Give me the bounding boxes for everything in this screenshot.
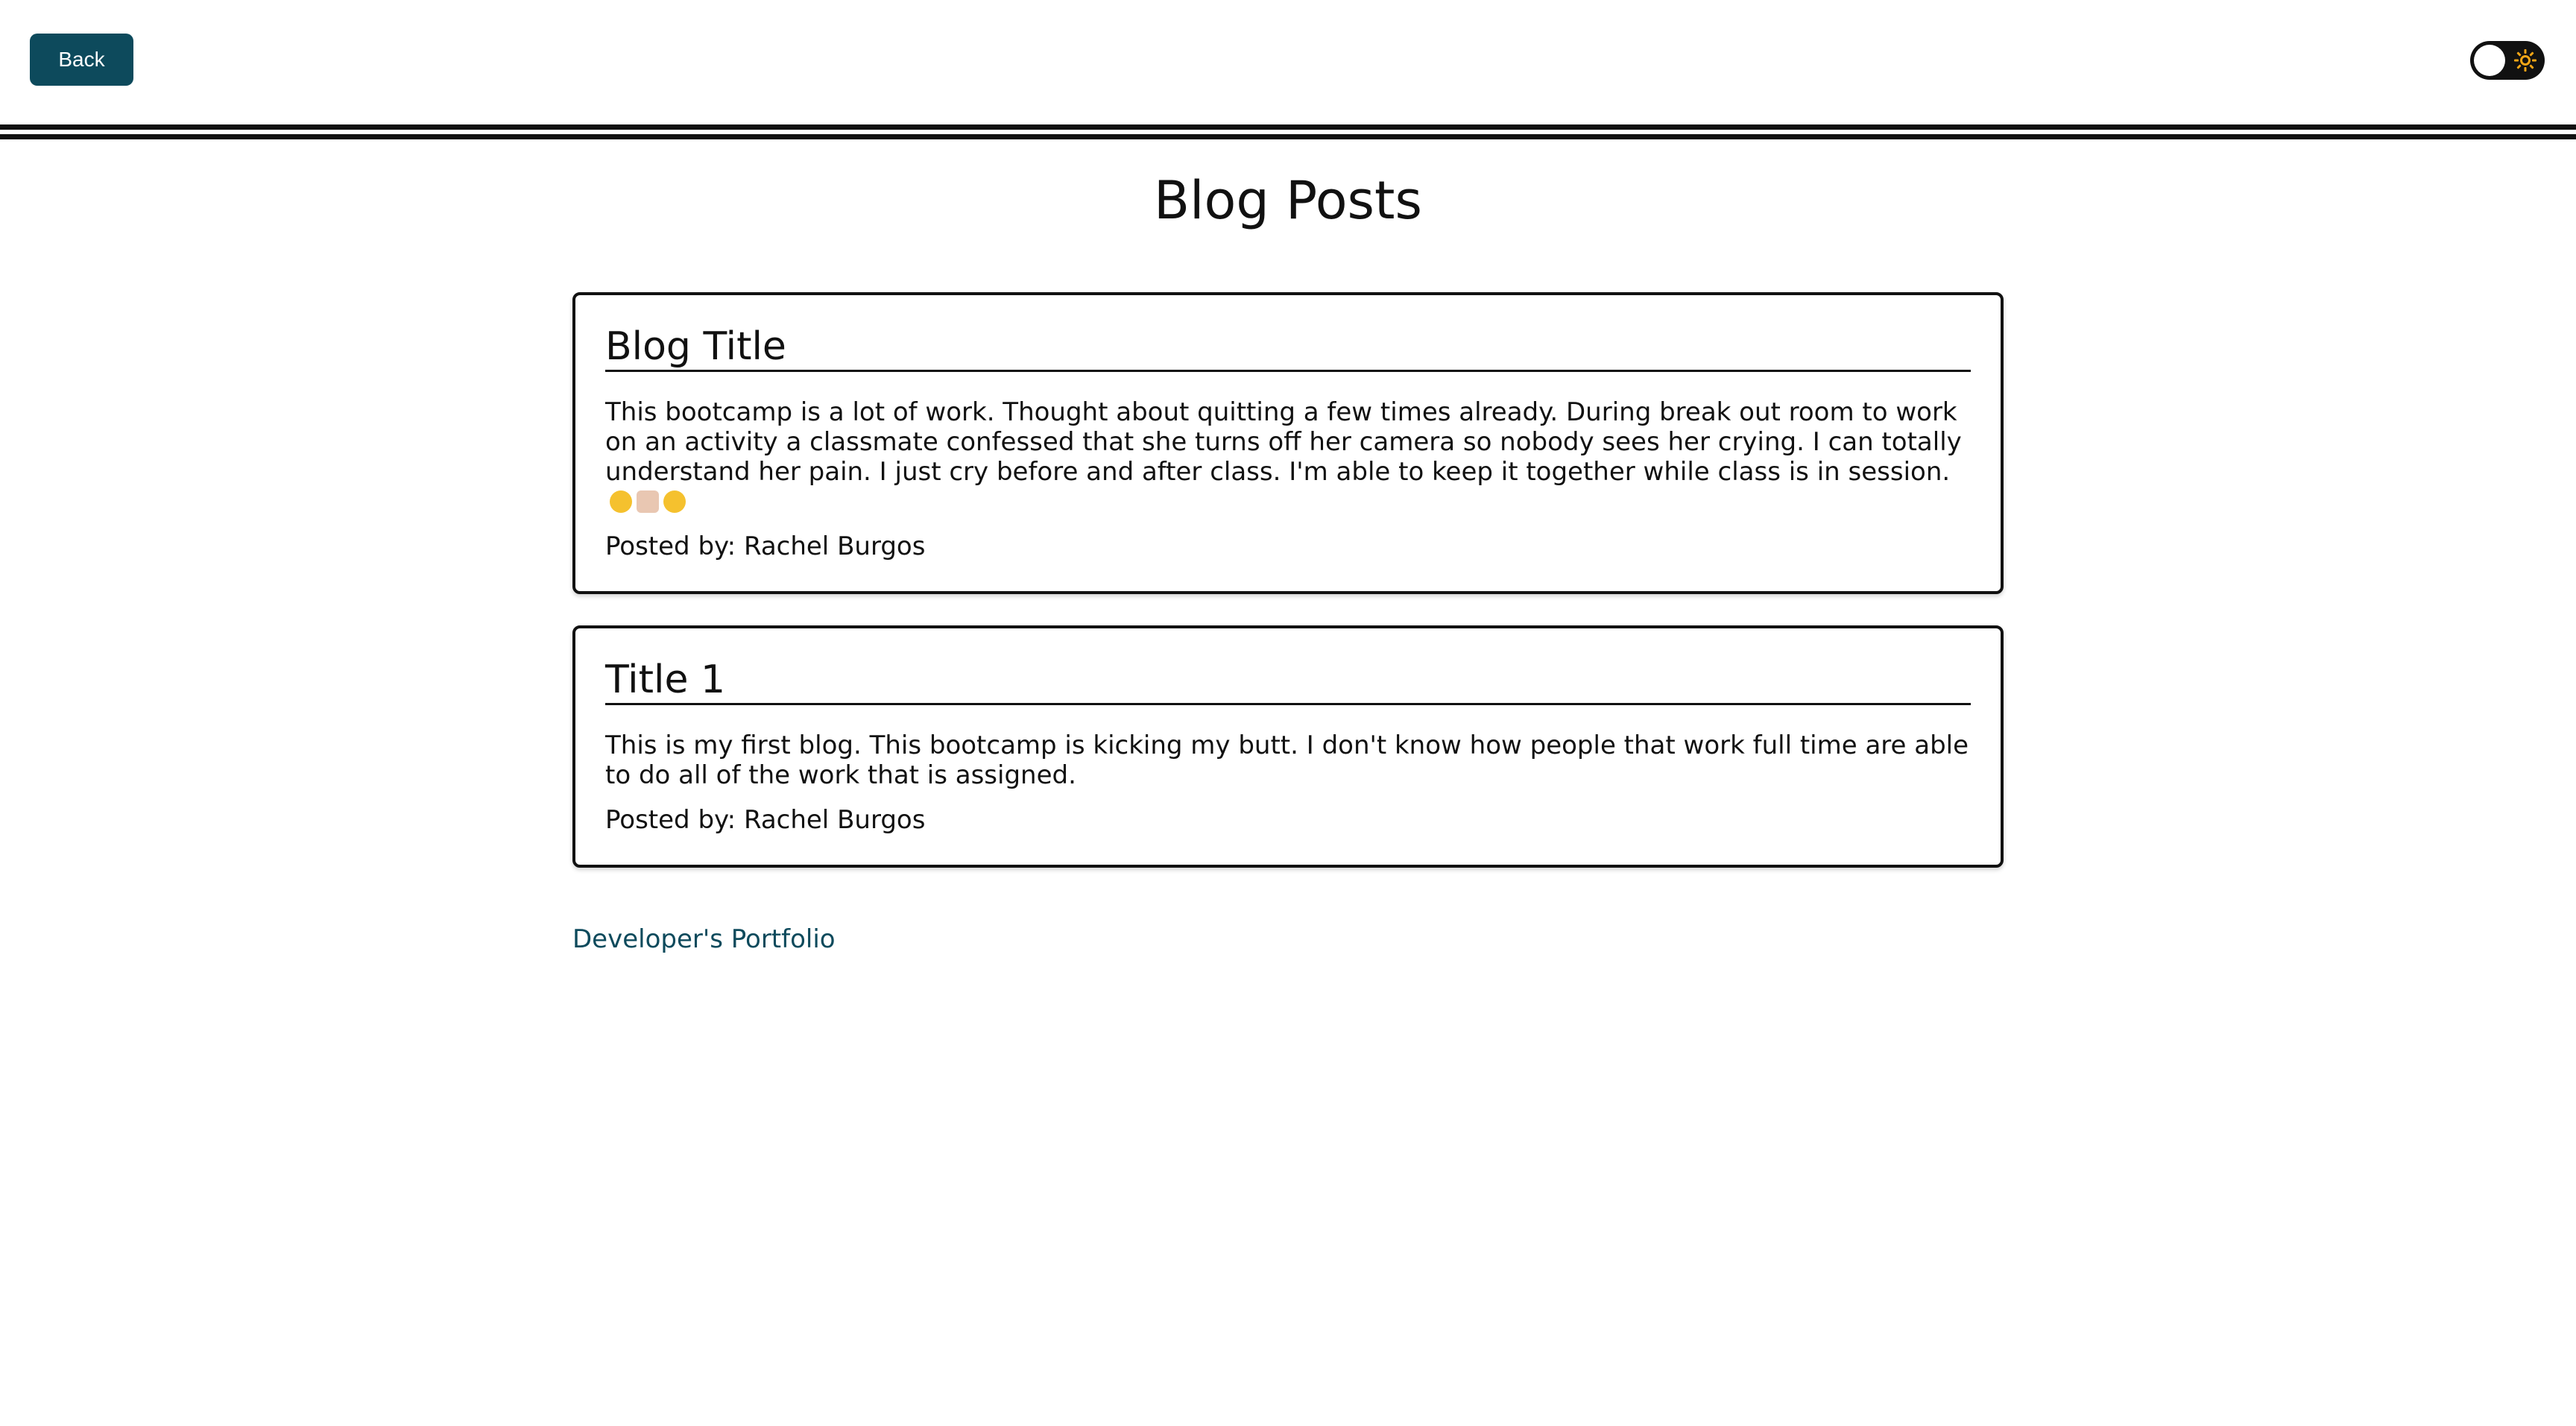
back-button[interactable]: Back: [30, 34, 133, 86]
blog-post-card: Title 1 This is my first blog. This boot…: [572, 625, 2004, 868]
blog-post-list: Blog Title This bootcamp is a lot of wor…: [572, 292, 2004, 899]
post-author: Posted by: Rachel Burgos: [605, 531, 926, 561]
toggle-knob: [2474, 45, 2505, 76]
header-divider-top: [0, 124, 2576, 130]
top-bar: Back: [0, 0, 2576, 124]
laughing-crying-emoji-icon: [610, 490, 632, 513]
blog-post-card: Blog Title This bootcamp is a lot of wor…: [572, 292, 2004, 594]
header-divider-bottom: [0, 134, 2576, 139]
pleading-face-emoji-icon: [663, 490, 686, 513]
woman-facepalming-emoji-icon: [637, 490, 659, 513]
post-body: This is my first blog. This bootcamp is …: [605, 731, 1969, 790]
developer-portfolio-link[interactable]: Developer's Portfolio: [572, 924, 836, 954]
page-title: Blog Posts: [1154, 170, 1422, 231]
post-title: Title 1: [605, 657, 1971, 705]
post-title: Blog Title: [605, 324, 1971, 372]
post-author: Posted by: Rachel Burgos: [605, 805, 926, 835]
sun-icon: [2514, 49, 2536, 72]
post-body: This bootcamp is a lot of work. Thought …: [605, 397, 1971, 517]
post-body-text: This bootcamp is a lot of work. Thought …: [605, 397, 1962, 487]
theme-toggle[interactable]: [2470, 41, 2545, 80]
